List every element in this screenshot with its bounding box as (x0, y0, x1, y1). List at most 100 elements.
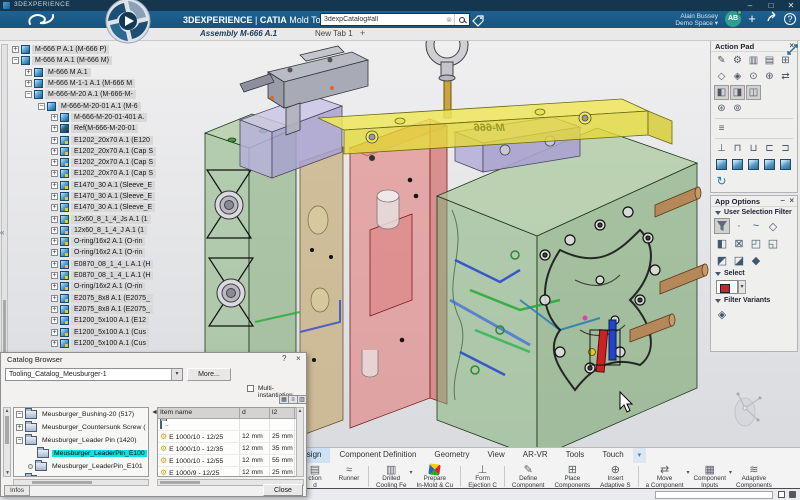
tree-row[interactable]: +O-ring/16x2 A.1 (O-rin (12, 236, 202, 247)
tool-icon[interactable]: ◧ (714, 85, 729, 100)
column-header[interactable]: d (240, 408, 270, 418)
view-cube-icon[interactable] (762, 157, 777, 172)
more-button[interactable]: More... (187, 368, 231, 381)
tree-expander[interactable]: − (16, 437, 23, 444)
tool-icon[interactable]: ◧ (714, 235, 730, 251)
close-icon[interactable]: × (789, 196, 794, 205)
tree-row[interactable]: +E0870_08_1_4_L A.1 (H (12, 270, 202, 281)
close-dialog-button[interactable]: Close (263, 484, 303, 496)
view-cube-icon[interactable] (730, 157, 745, 172)
tree-row[interactable]: +E1200_5x100 A.1 (E12 (12, 315, 202, 326)
tree-row[interactable]: −M-666-M-20-01 A.1 (M-6 (12, 100, 202, 111)
tool-icon[interactable]: ⊚ (730, 101, 745, 116)
minimize-button[interactable]: – (742, 0, 758, 11)
catalog-tree-row[interactable]: −Meusburger_Bushing-20 (517) (14, 408, 148, 421)
search-input[interactable]: 3dexpCatalog#all (321, 16, 444, 23)
share-icon[interactable] (764, 11, 780, 27)
tool-icon[interactable]: ◩ (714, 252, 730, 268)
tree-expander[interactable]: + (51, 227, 58, 234)
tree-row[interactable]: +M-666 M-1-1 A.1 (M-666 M (12, 78, 202, 89)
prepare-in-mold-button[interactable]: PrepareIn-Mold & Cu (411, 464, 458, 489)
tree-expander[interactable]: + (51, 170, 58, 177)
catalog-tree-scrollbar[interactable]: ▲▼ (3, 407, 11, 477)
help-icon[interactable]: ? (282, 354, 286, 363)
tool-icon[interactable]: ✎ (714, 53, 729, 68)
record-icon[interactable] (789, 491, 796, 498)
select-combo[interactable]: ▾ (714, 279, 748, 295)
tree-row[interactable]: +12x60_8_1_4_J A.1 (1 (12, 225, 202, 236)
tool-icon[interactable]: ▥ (746, 53, 761, 68)
tool-icon[interactable]: ◪ (731, 252, 747, 268)
column-header[interactable]: l2 (270, 408, 295, 418)
tree-row[interactable]: +O-ring/16x2 A.1 (O-rin (12, 281, 202, 292)
tool-icon[interactable]: ⊛ (714, 101, 729, 116)
catalog-tree-hscroll[interactable] (13, 479, 149, 486)
radio-icon[interactable] (28, 464, 33, 469)
table-row[interactable]: ⚙E 1000/9 - 12/2512 mm25 mm (158, 467, 303, 477)
avatar[interactable]: AB (725, 11, 741, 27)
view-cube-icon[interactable] (714, 157, 729, 172)
tab-assembly[interactable]: Assembly M-666 A.1 (200, 29, 277, 38)
search-box[interactable]: 3dexpCatalog#all ⊗ (320, 13, 470, 26)
tree-expander[interactable]: + (16, 476, 23, 477)
tool-icon[interactable]: ⇄ (778, 69, 793, 84)
chevron-down-icon[interactable]: ▾ (171, 369, 182, 380)
tree-row[interactable]: +E0870_08_1_4_L A.1 (H (12, 259, 202, 270)
runner-button[interactable]: ≈Runner (332, 464, 366, 489)
tree-expander[interactable]: + (51, 295, 58, 302)
tool-icon[interactable]: ◆ (748, 252, 764, 268)
catalog-tree-row[interactable]: −Meusburger_Leader Pin (1420) (14, 434, 148, 447)
tree-row[interactable]: +E1202_20x70 A.1 (Cap S (12, 146, 202, 157)
tool-icon[interactable]: ◈ (730, 69, 745, 84)
tree-expander[interactable]: − (12, 57, 19, 64)
tool-icon[interactable]: ◇ (714, 69, 729, 84)
tree-expander[interactable]: + (51, 193, 58, 200)
view-cube-icon[interactable] (746, 157, 761, 172)
ribbon-tab-ar-vr[interactable]: AR-VR (514, 448, 557, 463)
tab-new-tab[interactable]: New Tab 1 (315, 29, 353, 38)
tree-collapse-icon[interactable]: « (0, 228, 4, 237)
catalog-select[interactable]: Tooling_Catalog_Meusburger-1 ▾ (5, 368, 183, 381)
command-input[interactable] (655, 491, 773, 499)
adaptive-components-button[interactable]: ≋AdaptiveComponents (731, 464, 777, 489)
move-component-button[interactable]: ⇄▾Movea Component (641, 464, 689, 489)
tool-icon[interactable]: ⊓ (730, 141, 745, 156)
tree-expander[interactable]: + (51, 159, 58, 166)
robot-axis-widget[interactable] (735, 393, 762, 427)
tree-expander[interactable]: + (51, 283, 58, 290)
infos-button[interactable]: Infos (4, 485, 30, 496)
tree-expander[interactable]: + (51, 148, 58, 155)
ribbon-tab-view[interactable]: View (479, 448, 514, 463)
tree-row[interactable]: +E1202_20x70 A.1 (E120 (12, 134, 202, 145)
view-cube-icon[interactable] (778, 157, 793, 172)
table-row[interactable]: ⚙E 1000/10 - 12/2512 mm25 mm (158, 431, 303, 443)
tool-icon[interactable]: ⊙ (746, 69, 761, 84)
tree-row[interactable]: +E1202_20x70 A.1 (Cap S (12, 168, 202, 179)
overlay-toggle-icon[interactable] (778, 491, 785, 498)
tree-row[interactable]: +M-666 M A.1 (12, 67, 202, 78)
tree-expander[interactable]: + (25, 80, 32, 87)
tree-row[interactable]: +E2075_8x8 A.1 (E2075_ (12, 293, 202, 304)
form-ejection-button[interactable]: ⊥FormEjection C (463, 464, 502, 489)
close-icon[interactable]: × (296, 354, 301, 363)
catalog-tree-row[interactable]: Meusburger_LeaderPin_E101 (14, 460, 148, 473)
tree-expander[interactable]: + (51, 317, 58, 324)
tree-expander[interactable]: + (51, 216, 58, 223)
tree-expander[interactable]: + (51, 114, 58, 121)
column-header[interactable]: Item name (158, 408, 240, 418)
close-button[interactable]: ✕ (783, 0, 799, 11)
minimize-icon[interactable]: – (781, 196, 785, 205)
tree-expander[interactable]: + (51, 238, 58, 245)
tool-icon[interactable]: ◈ (714, 306, 730, 322)
section-header[interactable]: Select (711, 268, 797, 278)
tree-expander[interactable]: + (51, 249, 58, 256)
multi-instantiation-checkbox[interactable] (247, 385, 254, 392)
tree-row[interactable]: +E2075_8x8 A.1 (E2075_ (12, 304, 202, 315)
table-row-up[interactable]: .. (158, 419, 303, 431)
tree-row[interactable]: +M-666-M-20-01-401 A. (12, 112, 202, 123)
define-component-button[interactable]: ✎DefineComponent (507, 464, 550, 489)
tree-expander[interactable]: − (38, 103, 45, 110)
catalog-tree-row[interactable]: +Meusburger_Locating Ring (53) (14, 473, 148, 477)
tree-expander[interactable]: − (25, 91, 32, 98)
tree-expander[interactable]: + (16, 424, 23, 431)
